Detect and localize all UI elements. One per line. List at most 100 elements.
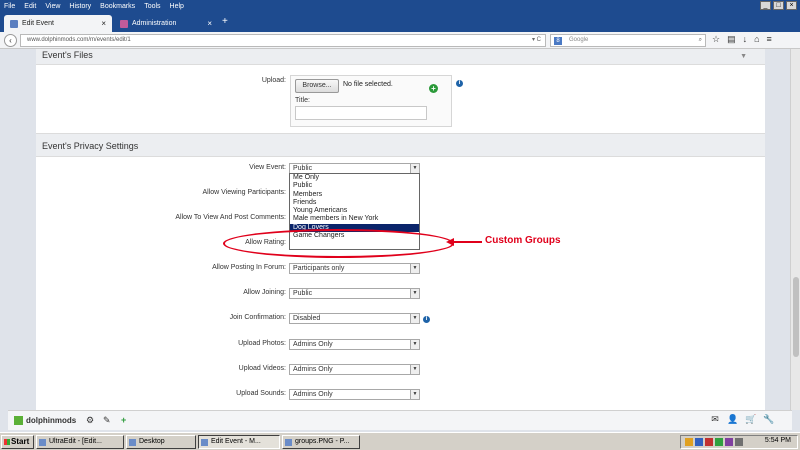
- menu-help[interactable]: Help: [170, 3, 184, 10]
- dropdown-option[interactable]: Public: [290, 182, 419, 190]
- content-panel: Event's Files ▼ Upload: Browse... No fil…: [36, 49, 765, 410]
- upload-box: Browse... No file selected. + Title:: [290, 75, 452, 127]
- new-tab-button[interactable]: +: [222, 16, 228, 27]
- restore-button[interactable]: □: [773, 1, 784, 10]
- field-label-viewing-participants: Allow Viewing Participants:: [202, 189, 286, 196]
- tab-title: Administration: [132, 20, 177, 27]
- search-icon[interactable]: ⌕: [699, 35, 702, 46]
- menu-icon[interactable]: ≡: [767, 34, 772, 45]
- dropdown-option[interactable]: Members: [290, 191, 419, 199]
- taskbar-item-groups-png[interactable]: groups.PNG - P...: [282, 435, 360, 449]
- tab-edit-event[interactable]: Edit Event ×: [4, 15, 112, 32]
- forum-select[interactable]: Participants only ▼: [289, 263, 420, 274]
- section-header-privacy: Event's Privacy Settings: [36, 133, 765, 157]
- section-title: Event's Files: [42, 50, 93, 60]
- site-name[interactable]: dolphinmods: [26, 416, 76, 425]
- dropdown-arrow-icon: ▼: [410, 390, 419, 399]
- reading-list-icon[interactable]: ▤: [727, 34, 736, 45]
- menu-bookmarks[interactable]: Bookmarks: [100, 3, 135, 10]
- menu-tools[interactable]: Tools: [144, 3, 160, 10]
- select-value: Disabled: [293, 315, 321, 322]
- menu-edit[interactable]: Edit: [24, 3, 36, 10]
- field-label-upload-photos: Upload Photos:: [238, 340, 286, 347]
- dropdown-arrow-icon: ▼: [410, 264, 419, 273]
- dropdown-arrow-icon: ▼: [410, 289, 419, 298]
- section-header-files: Event's Files ▼: [36, 49, 765, 65]
- dropdown-option[interactable]: Me Only: [290, 174, 419, 182]
- upload-videos-select[interactable]: Admins Only ▼: [289, 364, 420, 375]
- field-label-upload-videos: Upload Videos:: [238, 365, 286, 372]
- close-tab-icon[interactable]: ×: [101, 19, 106, 28]
- browse-button[interactable]: Browse...: [295, 79, 339, 93]
- close-window-button[interactable]: ×: [786, 1, 797, 10]
- tray-icon[interactable]: [705, 438, 713, 446]
- cart-icon[interactable]: 🛒: [744, 414, 758, 427]
- vertical-scrollbar[interactable]: [790, 49, 800, 410]
- taskbar-item-edit-event[interactable]: Edit Event - M...: [198, 435, 280, 449]
- select-value: Admins Only: [293, 391, 333, 398]
- edit-icon[interactable]: ✎: [103, 415, 111, 426]
- upload-label: Upload:: [261, 77, 286, 84]
- no-file-text: No file selected.: [343, 81, 393, 88]
- menu-history[interactable]: History: [69, 3, 91, 10]
- taskbar-item-desktop[interactable]: Desktop: [126, 435, 196, 449]
- menu-view[interactable]: View: [45, 3, 60, 10]
- dropdown-arrow-icon: ▼: [410, 365, 419, 374]
- upload-sounds-select[interactable]: Admins Only ▼: [289, 389, 420, 400]
- scrollbar-thumb[interactable]: [793, 277, 799, 357]
- site-bottom-bar: dolphinmods ⚙ ✎ + ✉ 👤 🛒 🔧: [8, 410, 792, 430]
- dropdown-arrow-icon: ▼: [410, 340, 419, 349]
- minimize-button[interactable]: _: [760, 1, 771, 10]
- windows-taskbar: Start UltraEdit - [Edit... Desktop Edit …: [0, 432, 800, 450]
- add-icon[interactable]: +: [121, 415, 126, 425]
- dropdown-option[interactable]: Friends: [290, 199, 419, 207]
- page-viewport: Event's Files ▼ Upload: Browse... No fil…: [0, 49, 800, 410]
- menu-file[interactable]: File: [4, 3, 15, 10]
- taskbar-item-ultraedit[interactable]: UltraEdit - [Edit...: [36, 435, 124, 449]
- tab-bar: Edit Event × Administration × +: [0, 12, 800, 32]
- annotation-label: Custom Groups: [485, 235, 561, 246]
- field-label-join-confirmation: Join Confirmation:: [229, 314, 286, 321]
- title-input[interactable]: [295, 106, 427, 120]
- mail-icon[interactable]: ✉: [708, 414, 722, 427]
- favicon-icon: [10, 19, 18, 28]
- back-button[interactable]: ‹: [4, 34, 17, 47]
- favicon-icon: [120, 19, 128, 28]
- start-button[interactable]: Start: [1, 435, 34, 449]
- annotation-arrow: [454, 241, 482, 243]
- tab-title: Edit Event: [22, 20, 54, 27]
- home-icon[interactable]: ⌂: [754, 34, 759, 45]
- search-box[interactable]: 8 Google ⌕: [550, 34, 706, 47]
- chevron-down-icon[interactable]: ▼: [740, 51, 747, 63]
- user-icon[interactable]: 👤: [726, 414, 740, 427]
- section-title: Event's Privacy Settings: [42, 141, 139, 151]
- join-confirmation-select[interactable]: Disabled ▼: [289, 313, 420, 324]
- tray-icon[interactable]: [725, 438, 733, 446]
- star-icon[interactable]: ☆: [712, 34, 720, 45]
- annotation-arrowhead: [446, 238, 454, 246]
- joining-select[interactable]: Public ▼: [289, 288, 420, 299]
- url-bar[interactable]: www.dolphinmods.com/m/events/edit/1 ▾ C: [20, 34, 546, 47]
- tray-icon[interactable]: [715, 438, 723, 446]
- site-logo-icon[interactable]: [14, 416, 23, 425]
- tray-icon[interactable]: [735, 438, 743, 446]
- tray-icon[interactable]: [685, 438, 693, 446]
- wrench-icon[interactable]: 🔧: [762, 414, 776, 427]
- info-icon[interactable]: i: [423, 316, 430, 323]
- select-value: Public: [293, 165, 313, 172]
- add-icon[interactable]: +: [429, 84, 438, 93]
- field-label-comments: Allow To View And Post Comments:: [175, 214, 286, 221]
- dropdown-option[interactable]: Young Americans: [290, 207, 419, 215]
- tab-administration[interactable]: Administration ×: [114, 15, 218, 32]
- download-icon[interactable]: ↓: [743, 34, 748, 45]
- dropdown-option[interactable]: Male members in New York: [290, 215, 419, 223]
- close-tab-icon[interactable]: ×: [207, 19, 212, 28]
- google-icon: 8: [554, 37, 562, 45]
- navigation-bar: ‹ www.dolphinmods.com/m/events/edit/1 ▾ …: [0, 32, 800, 49]
- upload-photos-select[interactable]: Admins Only ▼: [289, 339, 420, 350]
- info-icon[interactable]: i: [456, 80, 463, 87]
- url-text: www.dolphinmods.com/m/events/edit/1: [27, 37, 131, 43]
- tray-icon[interactable]: [695, 438, 703, 446]
- gear-icon[interactable]: ⚙: [86, 415, 94, 426]
- reload-icon[interactable]: ▾ C: [532, 35, 541, 46]
